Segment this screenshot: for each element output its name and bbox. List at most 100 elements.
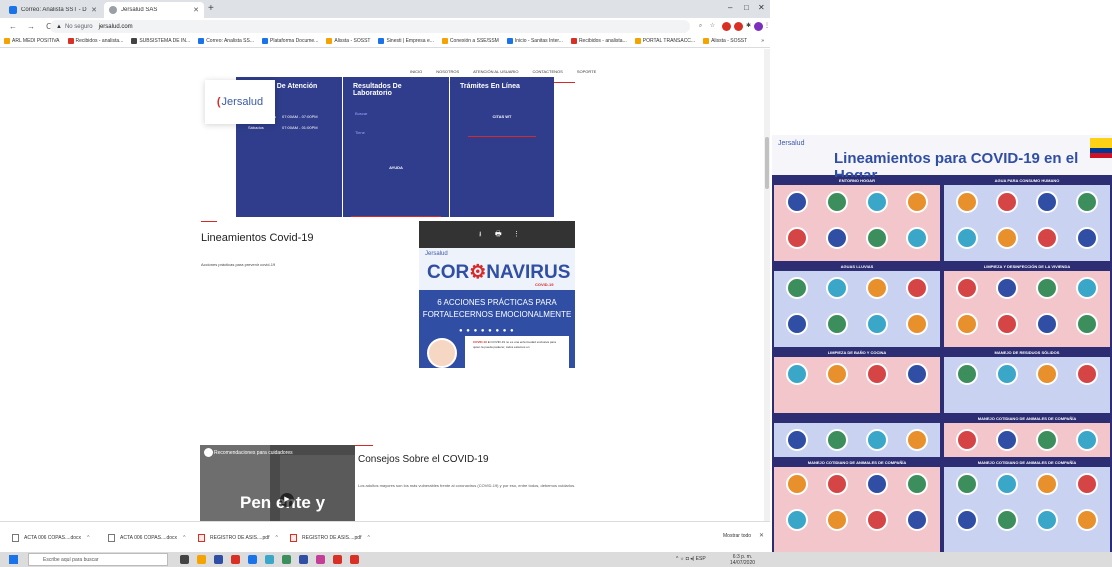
ayuda-button[interactable]: AYUDA <box>343 165 449 170</box>
forward-button[interactable]: → <box>26 22 36 31</box>
bookmark-item[interactable]: Recibidos - analista... <box>67 38 123 44</box>
video-title: Recomendaciones para cuidadores <box>214 450 293 456</box>
download-label: REGISTRO DE ASIS....pdf <box>302 535 362 541</box>
chevron-up-icon[interactable]: ^ <box>367 535 369 541</box>
bookmark-item[interactable]: SUBSISTEMA DE IN... <box>131 38 190 44</box>
extension-icon[interactable] <box>722 22 731 31</box>
system-tray[interactable]: ^ ☼ ◘ ◂) ESP <box>676 556 706 562</box>
taskbar-search[interactable]: Escribe aquí para buscar <box>28 553 168 566</box>
mail-icon <box>9 6 17 14</box>
scroll-thumb[interactable] <box>765 137 769 189</box>
resultados-link[interactable]: Tiene <box>343 130 449 135</box>
bookmark-item[interactable]: Sinesti | Empresa e... <box>378 38 434 44</box>
new-tab-button[interactable]: + <box>208 3 214 14</box>
bookmark-icon <box>262 38 268 44</box>
tab-correo[interactable]: Correo: Analista SST - Diana Be ✕ <box>4 2 102 18</box>
download-item[interactable]: ACTA 006 COPAS....docx ^ <box>108 531 185 545</box>
bookmark-item[interactable]: Correo: Analista SS... <box>198 38 254 44</box>
nav-nosotros[interactable]: NOSOTROS <box>436 69 459 74</box>
profile-icon[interactable] <box>754 22 763 31</box>
hygiene-illustration-icon <box>786 227 808 249</box>
pdf-viewer[interactable]: ⭳ 🖶 ⋮ Jersalud COR⚙NAVIRUS COVID-19 6 AC… <box>419 221 575 368</box>
taskbar-app-icon[interactable] <box>299 555 308 564</box>
bookmark-icon <box>326 38 333 44</box>
download-label: REGISTRO DE ASIS....pdf <box>210 535 270 541</box>
taskbar-app-icon[interactable] <box>265 555 274 564</box>
bookmark-item[interactable]: Conexión a SSE/SSM <box>441 38 499 44</box>
document-icon <box>108 534 115 542</box>
close-icon[interactable]: ✕ <box>759 532 764 539</box>
web-page: INICIO NOSOTROS ATENCIÓN AL USUARIO CONT… <box>0 49 764 521</box>
menu-icon[interactable]: ⋮ <box>764 22 770 31</box>
show-all-button[interactable]: Mostrar todo <box>723 533 751 539</box>
nav-soporte[interactable]: SOPORTE <box>577 69 597 74</box>
bookmark-item[interactable]: ARL MEDI POSITIVA <box>4 38 60 44</box>
tramites-card: Trámites En Línea CITAS WT <box>450 77 554 217</box>
print-icon[interactable]: 🖶 <box>495 230 502 241</box>
video-embed[interactable]: Recomendaciones para cuidadores Pen ente… <box>200 445 355 521</box>
address-bar[interactable]: ▲ No seguro jersalud.com <box>50 20 690 33</box>
close-icon[interactable]: ✕ <box>91 6 97 14</box>
hygiene-illustration-icon <box>826 429 848 451</box>
taskbar-app-icon[interactable] <box>350 555 359 564</box>
close-window-button[interactable]: ✕ <box>758 3 765 12</box>
bookmarks-overflow-button[interactable]: » <box>761 38 764 44</box>
hygiene-illustration-icon <box>996 509 1018 531</box>
taskbar-app-icon[interactable] <box>197 555 206 564</box>
flyer-badge: COVID-19 <box>535 282 554 287</box>
clock[interactable]: 6:3 p. m. 14/07/2020 <box>730 554 755 566</box>
back-button[interactable]: ← <box>8 22 18 31</box>
maximize-button[interactable]: □ <box>744 3 749 12</box>
url-text: jersalud.com <box>98 23 133 30</box>
bookmark-item[interactable]: Recibidos - analista... <box>570 38 627 44</box>
taskbar-app-icon[interactable] <box>333 555 342 564</box>
chevron-up-icon[interactable]: ^ <box>275 535 277 541</box>
close-icon[interactable]: ✕ <box>193 6 199 14</box>
hygiene-illustration-icon <box>1076 509 1098 531</box>
person-illustration <box>427 338 457 368</box>
carousel-dots[interactable]: ● ● ● ● ● ● ● ● <box>459 328 515 334</box>
chevron-up-icon[interactable]: ^ <box>87 535 89 541</box>
minimize-button[interactable]: – <box>728 3 732 12</box>
page-scrollbar[interactable] <box>764 49 770 521</box>
taskbar-app-icon[interactable] <box>180 555 189 564</box>
bookmark-item[interactable]: Alissta - SOSST <box>326 38 370 44</box>
puzzle-icon[interactable]: ✱ <box>744 22 753 31</box>
hygiene-illustration-icon <box>786 509 808 531</box>
bookmark-item[interactable]: Alissta - SOSST <box>703 38 747 44</box>
hygiene-illustration-icon <box>996 429 1018 451</box>
download-item[interactable]: REGISTRO DE ASIS....pdf ^ <box>290 531 370 545</box>
extension-icon[interactable] <box>734 22 743 31</box>
bookmark-label: Plataforma Docume... <box>270 38 319 44</box>
resultados-link[interactable]: Buscar <box>343 111 449 116</box>
chevron-up-icon[interactable]: ^ <box>183 535 185 541</box>
hygiene-illustration-icon <box>786 191 808 213</box>
site-logo[interactable]: ( Jersalud <box>205 80 275 124</box>
download-item[interactable]: ACTA 006 COPAS....docx ^ <box>12 531 89 545</box>
nav-contactenos[interactable]: CONTACTENOS <box>532 69 562 74</box>
star-icon[interactable]: ☆ <box>708 22 717 31</box>
play-icon[interactable]: ▶ <box>280 493 294 507</box>
poster-section-title: MANEJO COTIDIANO DE ANIMALES DE COMPAÑÍA <box>944 459 1110 466</box>
more-icon[interactable]: ⋮ <box>513 230 520 238</box>
bookmark-item[interactable]: Inicio - Sanitas Inter... <box>506 38 563 44</box>
bookmark-item[interactable]: Plataforma Docume... <box>262 38 318 44</box>
nav-inicio[interactable]: INICIO <box>410 69 422 74</box>
download-item[interactable]: REGISTRO DE ASIS....pdf ^ <box>198 531 278 545</box>
taskbar-app-icon[interactable] <box>248 555 257 564</box>
hygiene-illustration-icon <box>956 363 978 385</box>
citas-button[interactable]: CITAS WT <box>450 114 554 119</box>
bookmark-item[interactable]: PORTAL TRANSACC... <box>634 38 695 44</box>
download-icon[interactable]: ⭳ <box>479 230 481 241</box>
taskbar-app-icon[interactable] <box>316 555 325 564</box>
channel-avatar[interactable] <box>204 448 213 457</box>
tab-jersalud[interactable]: Jersalud SAS ✕ <box>104 2 204 18</box>
warning-icon[interactable]: ▲ <box>56 24 62 30</box>
taskbar-app-icon[interactable] <box>214 555 223 564</box>
windows-start-icon[interactable] <box>9 555 18 564</box>
taskbar-app-icon[interactable] <box>231 555 240 564</box>
hygiene-illustration-icon <box>1076 277 1098 299</box>
search-icon[interactable]: ⌕ <box>696 22 705 31</box>
taskbar-app-icon[interactable] <box>282 555 291 564</box>
nav-atencion[interactable]: ATENCIÓN AL USUARIO <box>473 69 518 74</box>
